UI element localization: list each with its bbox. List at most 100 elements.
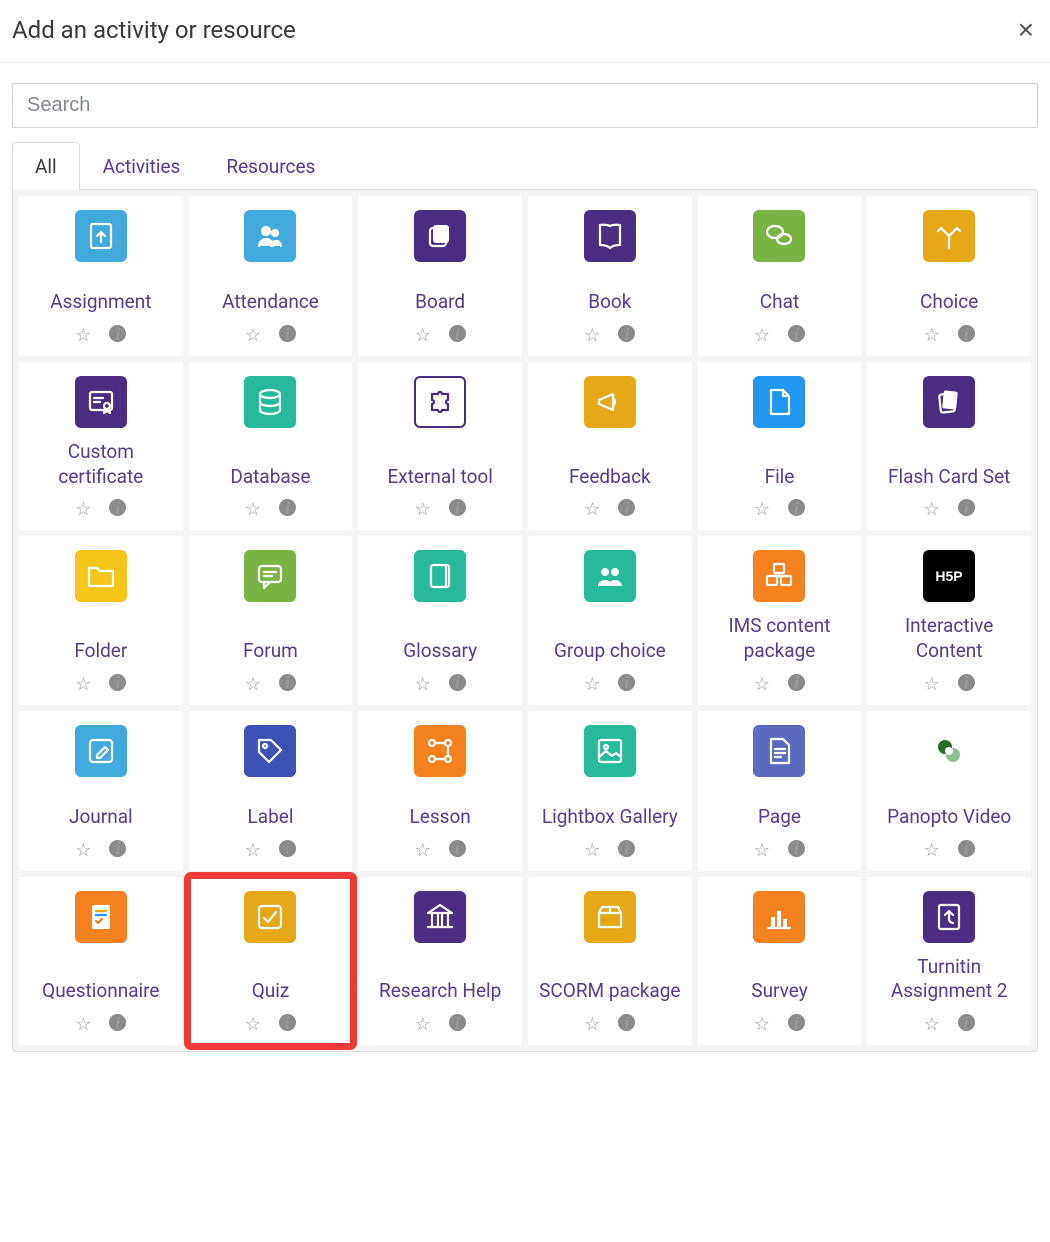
star-icon[interactable]: ☆: [75, 840, 91, 861]
activity-card-flash-card-set[interactable]: Flash Card Set☆i: [867, 362, 1031, 530]
star-icon[interactable]: ☆: [924, 674, 940, 695]
info-icon[interactable]: i: [279, 1014, 296, 1031]
info-icon[interactable]: i: [109, 674, 126, 691]
info-icon[interactable]: i: [279, 840, 296, 857]
activity-card-panopto-video[interactable]: Panopto Video☆i: [867, 711, 1031, 871]
info-icon[interactable]: i: [618, 674, 635, 691]
star-icon[interactable]: ☆: [245, 499, 261, 520]
star-icon[interactable]: ☆: [75, 674, 91, 695]
info-icon[interactable]: i: [109, 325, 126, 342]
info-icon[interactable]: i: [958, 499, 975, 516]
grid-wrap: Assignment☆iAttendance☆iBoard☆iBook☆iCha…: [12, 189, 1038, 1052]
activity-card-lightbox-gallery[interactable]: Lightbox Gallery☆i: [528, 711, 692, 871]
activity-card-ims-content-package[interactable]: IMS content package☆i: [698, 536, 862, 704]
star-icon[interactable]: ☆: [415, 840, 431, 861]
info-icon[interactable]: i: [788, 1014, 805, 1031]
star-icon[interactable]: ☆: [754, 1014, 770, 1035]
activity-card-custom-certificate[interactable]: Custom certificate☆i: [19, 362, 183, 530]
activity-card-feedback[interactable]: Feedback☆i: [528, 362, 692, 530]
activity-card-survey[interactable]: Survey☆i: [698, 877, 862, 1045]
activity-card-forum[interactable]: Forum☆i: [189, 536, 353, 704]
tab-activities[interactable]: Activities: [80, 142, 204, 190]
star-icon[interactable]: ☆: [415, 1014, 431, 1035]
info-icon[interactable]: i: [449, 1014, 466, 1031]
info-icon[interactable]: i: [788, 499, 805, 516]
star-icon[interactable]: ☆: [245, 325, 261, 346]
activity-card-research-help[interactable]: Research Help☆i: [358, 877, 522, 1045]
card-actions: ☆i: [415, 325, 466, 346]
info-icon[interactable]: i: [618, 499, 635, 516]
activity-card-scorm-package[interactable]: SCORM package☆i: [528, 877, 692, 1045]
activity-card-external-tool[interactable]: External tool☆i: [358, 362, 522, 530]
info-icon[interactable]: i: [449, 325, 466, 342]
info-icon[interactable]: i: [958, 325, 975, 342]
activity-card-assignment[interactable]: Assignment☆i: [19, 196, 183, 356]
star-icon[interactable]: ☆: [415, 325, 431, 346]
info-icon[interactable]: i: [958, 1014, 975, 1031]
star-icon[interactable]: ☆: [584, 325, 600, 346]
activity-card-attendance[interactable]: Attendance☆i: [189, 196, 353, 356]
info-icon[interactable]: i: [958, 674, 975, 691]
activity-card-database[interactable]: Database☆i: [189, 362, 353, 530]
activity-card-group-choice[interactable]: Group choice ☆ i: [528, 536, 692, 704]
info-icon[interactable]: i: [958, 840, 975, 857]
star-icon[interactable]: ☆: [754, 674, 770, 695]
info-icon[interactable]: i: [618, 840, 635, 857]
star-icon[interactable]: ☆: [75, 325, 91, 346]
star-icon[interactable]: ☆: [754, 499, 770, 520]
star-icon[interactable]: ☆: [245, 674, 261, 695]
star-icon[interactable]: ☆: [584, 499, 600, 520]
info-icon[interactable]: i: [279, 499, 296, 516]
info-icon[interactable]: i: [449, 674, 466, 691]
info-icon[interactable]: i: [109, 499, 126, 516]
star-icon[interactable]: ☆: [245, 1014, 261, 1035]
activity-card-lesson[interactable]: Lesson☆i: [358, 711, 522, 871]
star-icon[interactable]: ☆: [754, 325, 770, 346]
info-icon[interactable]: i: [788, 325, 805, 342]
activity-card-quiz[interactable]: Quiz☆i: [189, 877, 353, 1045]
info-icon[interactable]: i: [788, 674, 805, 691]
close-button[interactable]: ×: [1014, 16, 1038, 44]
activity-card-board[interactable]: Board☆i: [358, 196, 522, 356]
activity-card-glossary[interactable]: Glossary☆i: [358, 536, 522, 704]
info-icon[interactable]: i: [449, 840, 466, 857]
info-icon[interactable]: i: [618, 1014, 635, 1031]
activity-card-folder[interactable]: Folder☆i: [19, 536, 183, 704]
info-icon[interactable]: i: [788, 840, 805, 857]
star-icon[interactable]: ☆: [924, 1014, 940, 1035]
star-icon[interactable]: ☆: [924, 499, 940, 520]
activity-card-page[interactable]: Page☆i: [698, 711, 862, 871]
info-icon[interactable]: i: [279, 674, 296, 691]
activity-label: Group choice: [554, 639, 666, 664]
star-icon[interactable]: ☆: [75, 1014, 91, 1035]
card-actions: ☆i: [754, 1014, 805, 1035]
star-icon[interactable]: ☆: [584, 1014, 600, 1035]
info-icon[interactable]: i: [279, 325, 296, 342]
star-icon[interactable]: ☆: [924, 325, 940, 346]
h5p-icon: H5P: [923, 550, 975, 602]
info-icon[interactable]: i: [109, 840, 126, 857]
activity-card-turnitin-assignment-2[interactable]: Turnitin Assignment 2☆i: [867, 877, 1031, 1045]
star-icon[interactable]: ☆: [924, 840, 940, 861]
star-icon[interactable]: ☆: [415, 674, 431, 695]
star-icon[interactable]: ☆: [584, 674, 600, 695]
activity-card-file[interactable]: File☆i: [698, 362, 862, 530]
star-icon[interactable]: ☆: [245, 840, 261, 861]
activity-card-questionnaire[interactable]: Questionnaire☆i: [19, 877, 183, 1045]
info-icon[interactable]: i: [618, 325, 635, 342]
star-icon[interactable]: ☆: [75, 499, 91, 520]
info-icon[interactable]: i: [449, 499, 466, 516]
star-icon[interactable]: ☆: [754, 840, 770, 861]
activity-card-label[interactable]: Label☆i: [189, 711, 353, 871]
tab-all[interactable]: All: [12, 142, 80, 190]
info-icon[interactable]: i: [109, 1014, 126, 1031]
search-input[interactable]: [12, 83, 1038, 128]
star-icon[interactable]: ☆: [415, 499, 431, 520]
activity-card-journal[interactable]: Journal☆i: [19, 711, 183, 871]
activity-card-book[interactable]: Book☆i: [528, 196, 692, 356]
tab-resources[interactable]: Resources: [203, 142, 338, 190]
activity-card-interactive-content[interactable]: H5PInteractive Content☆i: [867, 536, 1031, 704]
activity-card-chat[interactable]: Chat☆i: [698, 196, 862, 356]
activity-card-choice[interactable]: Choice☆i: [867, 196, 1031, 356]
star-icon[interactable]: ☆: [584, 840, 600, 861]
